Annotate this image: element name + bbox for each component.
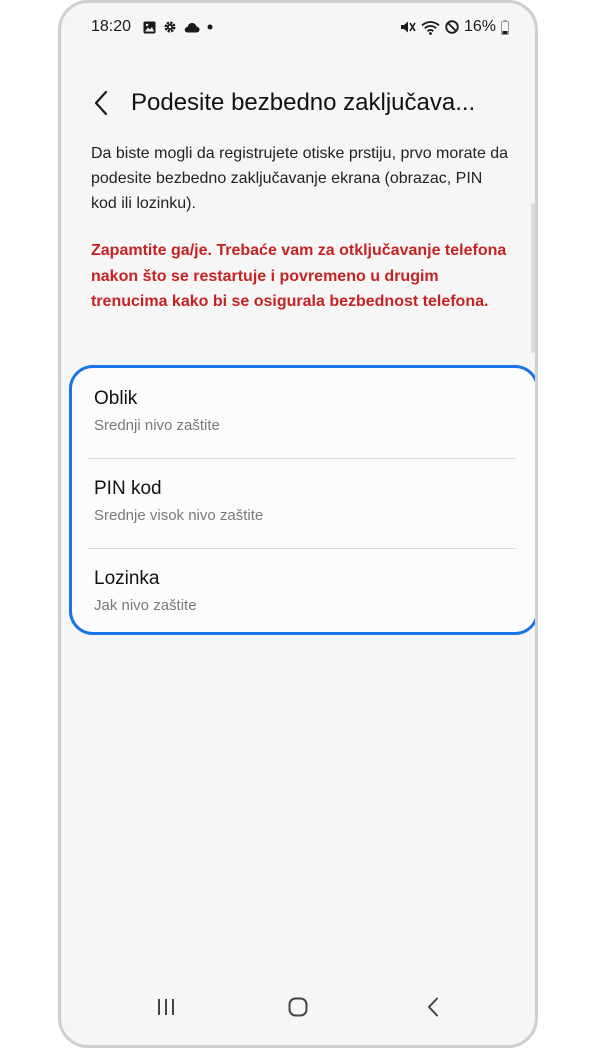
battery-icon xyxy=(501,19,509,35)
do-not-disturb-icon xyxy=(445,20,459,34)
phone-screen: 18:20 16% Podesite bezbedno zaključava..… xyxy=(58,0,538,1048)
option-subtitle: Srednji nivo zaštite xyxy=(94,417,220,434)
option-title: PIN kod xyxy=(94,478,162,499)
option-subtitle: Jak nivo zaštite xyxy=(94,597,197,614)
scroll-indicator[interactable] xyxy=(531,203,535,353)
home-button[interactable] xyxy=(278,987,318,1027)
battery-percentage: 16% xyxy=(463,18,496,35)
page-title: Podesite bezbedno zaključava... xyxy=(131,89,476,116)
status-left-icons xyxy=(143,20,213,34)
app-header: Podesite bezbedno zaključava... xyxy=(61,81,535,125)
option-pattern[interactable]: Oblik Srednji nivo zaštite xyxy=(72,368,535,458)
recent-apps-button[interactable] xyxy=(146,987,186,1027)
nav-back-button[interactable] xyxy=(413,987,453,1027)
lock-options-card: Oblik Srednji nivo zaštite PIN kod Sredn… xyxy=(69,365,535,638)
dot-icon xyxy=(207,24,213,30)
gallery-icon xyxy=(143,21,156,33)
mute-vibrate-icon xyxy=(400,21,416,33)
wifi-icon xyxy=(421,20,440,35)
description-text: Da biste mogli da registrujete otiske pr… xyxy=(91,145,509,212)
navigation-bar xyxy=(61,975,535,1045)
option-title: Lozinka xyxy=(94,568,160,589)
settings-gear-icon xyxy=(164,21,176,33)
status-bar: 18:20 16% xyxy=(61,3,535,53)
chevron-left-icon xyxy=(94,90,108,116)
cloud-icon xyxy=(184,22,200,32)
option-password[interactable]: Lozinka Jak nivo zaštite xyxy=(72,548,535,638)
home-icon xyxy=(288,997,308,1017)
option-title: Oblik xyxy=(94,388,138,409)
back-icon xyxy=(428,997,438,1017)
warning-text: Zapamtite ga/je. Trebaće vam za otključa… xyxy=(91,242,507,310)
recent-apps-icon xyxy=(158,999,174,1015)
option-subtitle: Srednje visok nivo zaštite xyxy=(94,507,264,524)
back-button[interactable] xyxy=(85,85,117,121)
status-right: 16% xyxy=(400,18,509,36)
status-time: 18:20 xyxy=(91,18,132,35)
option-pin[interactable]: PIN kod Srednje visok nivo zaštite xyxy=(72,458,535,548)
